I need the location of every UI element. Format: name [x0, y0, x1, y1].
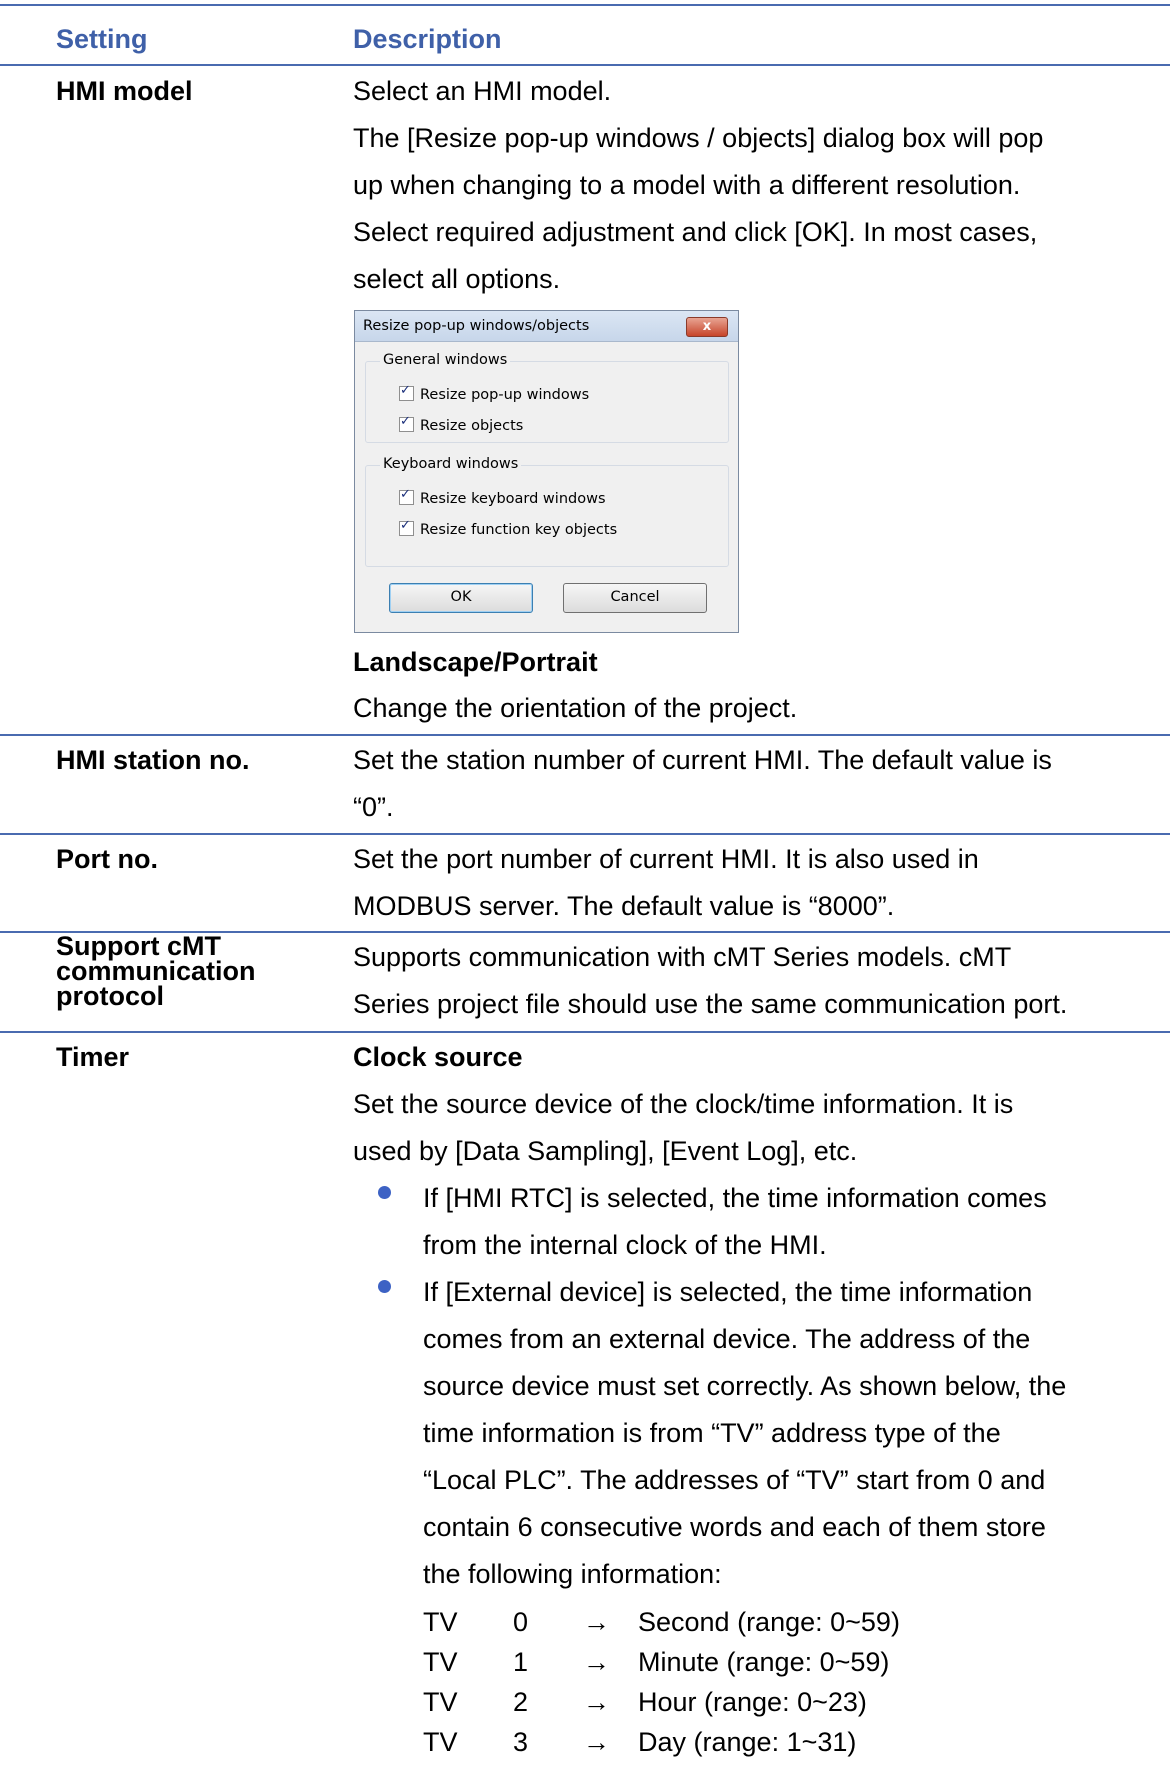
bullet-icon [378, 1186, 391, 1199]
bullet2-line-5: “Local PLC”. The addresses of “TV” start… [423, 1465, 1046, 1495]
hmi-model-line-2: The [Resize pop-up windows / objects] di… [353, 123, 1044, 153]
resize-objects-checkbox[interactable]: Resize objects [399, 414, 524, 434]
arrow-icon: → [583, 1727, 610, 1757]
hmi-model-line-1: Select an HMI model. [353, 76, 612, 106]
setting-hmi-station-no: HMI station no. [56, 745, 250, 775]
clock-source-title: Clock source [353, 1042, 523, 1072]
arrow-icon: → [583, 1647, 610, 1677]
cancel-button[interactable]: Cancel [563, 583, 707, 613]
checkbox-checked-icon [399, 383, 414, 401]
hmi-model-line-5: select all options. [353, 264, 561, 294]
orientation-title: Landscape/Portrait [353, 647, 598, 677]
tv-type: TV [423, 1687, 458, 1717]
ok-button[interactable]: OK [389, 583, 533, 613]
setting-timer: Timer [56, 1042, 130, 1072]
timer-line-2: used by [Data Sampling], [Event Log], et… [353, 1136, 858, 1166]
column-header-setting: Setting [56, 24, 148, 54]
setting-hmi-model: HMI model [56, 76, 193, 106]
cmt-line-1: Supports communication with cMT Series m… [353, 942, 1012, 972]
general-windows-label: General windows [380, 352, 511, 368]
bullet2-line-2: comes from an external device. The addre… [423, 1324, 1031, 1354]
resize-function-key-objects-checkbox[interactable]: Resize function key objects [399, 518, 618, 538]
port-line-1: Set the port number of current HMI. It i… [353, 844, 979, 874]
hmi-model-line-4: Select required adjustment and click [OK… [353, 217, 1038, 247]
tv-type: TV [423, 1647, 458, 1677]
station-line-2: “0”. [353, 792, 394, 822]
orientation-desc: Change the orientation of the project. [353, 693, 798, 723]
checkbox-label: Resize function key objects [420, 522, 618, 538]
checkbox-checked-icon [399, 487, 414, 505]
station-line-1: Set the station number of current HMI. T… [353, 745, 1052, 775]
arrow-icon: → [583, 1607, 610, 1637]
tv-addr: 1 [513, 1647, 529, 1677]
setting-support-cmt-protocol: Support cMT communication protocol [56, 933, 256, 1011]
bullet2-line-4: time information is from “TV” address ty… [423, 1418, 1001, 1448]
header-divider [0, 64, 1170, 66]
bullet2-line-1: If [External device] is selected, the ti… [423, 1277, 1033, 1307]
checkbox-checked-icon [399, 414, 414, 432]
bullet1-line-2: from the internal clock of the HMI. [423, 1230, 827, 1260]
checkbox-label: Resize objects [420, 418, 524, 434]
tv-addr: 0 [513, 1607, 529, 1637]
column-header-description: Description [353, 24, 502, 54]
resize-popup-windows-checkbox[interactable]: Resize pop-up windows [399, 383, 590, 403]
row-divider [0, 734, 1170, 736]
tv-addr: 2 [513, 1687, 529, 1717]
arrow-icon: → [583, 1687, 610, 1717]
checkbox-label: Resize pop-up windows [420, 387, 590, 403]
timer-line-1: Set the source device of the clock/time … [353, 1089, 1014, 1119]
cmt-line-2: Series project file should use the same … [353, 989, 1068, 1019]
port-line-2: MODBUS server. The default value is “800… [353, 891, 895, 921]
resize-dialog: Resize pop-up windows/objects x General … [354, 310, 739, 633]
resize-keyboard-windows-checkbox[interactable]: Resize keyboard windows [399, 487, 606, 507]
dialog-title-bar: Resize pop-up windows/objects x [355, 311, 738, 342]
keyboard-windows-label: Keyboard windows [380, 456, 522, 472]
bullet2-line-7: the following information: [423, 1559, 722, 1589]
tv-addr: 3 [513, 1727, 529, 1757]
bullet2-line-3: source device must set correctly. As sho… [423, 1371, 1067, 1401]
row-divider [0, 833, 1170, 835]
tv-type: TV [423, 1727, 458, 1757]
bullet1-line-1: If [HMI RTC] is selected, the time infor… [423, 1183, 1047, 1213]
tv-type: TV [423, 1607, 458, 1637]
setting-port-no: Port no. [56, 844, 158, 874]
tv-desc: Day (range: 1~31) [638, 1727, 857, 1757]
tv-desc: Minute (range: 0~59) [638, 1647, 890, 1677]
row-divider [0, 1031, 1170, 1033]
checkbox-checked-icon [399, 518, 414, 536]
tv-desc: Hour (range: 0~23) [638, 1687, 867, 1717]
table-top-border [0, 4, 1170, 6]
setting-line: protocol [56, 981, 164, 1011]
tv-desc: Second (range: 0~59) [638, 1607, 900, 1637]
dialog-title: Resize pop-up windows/objects [363, 318, 590, 334]
checkbox-label: Resize keyboard windows [420, 491, 606, 507]
hmi-model-line-3: up when changing to a model with a diffe… [353, 170, 1021, 200]
close-icon[interactable]: x [686, 317, 728, 337]
bullet2-line-6: contain 6 consecutive words and each of … [423, 1512, 1046, 1542]
bullet-icon [378, 1280, 391, 1293]
keyboard-windows-group: Keyboard windows [365, 456, 729, 567]
